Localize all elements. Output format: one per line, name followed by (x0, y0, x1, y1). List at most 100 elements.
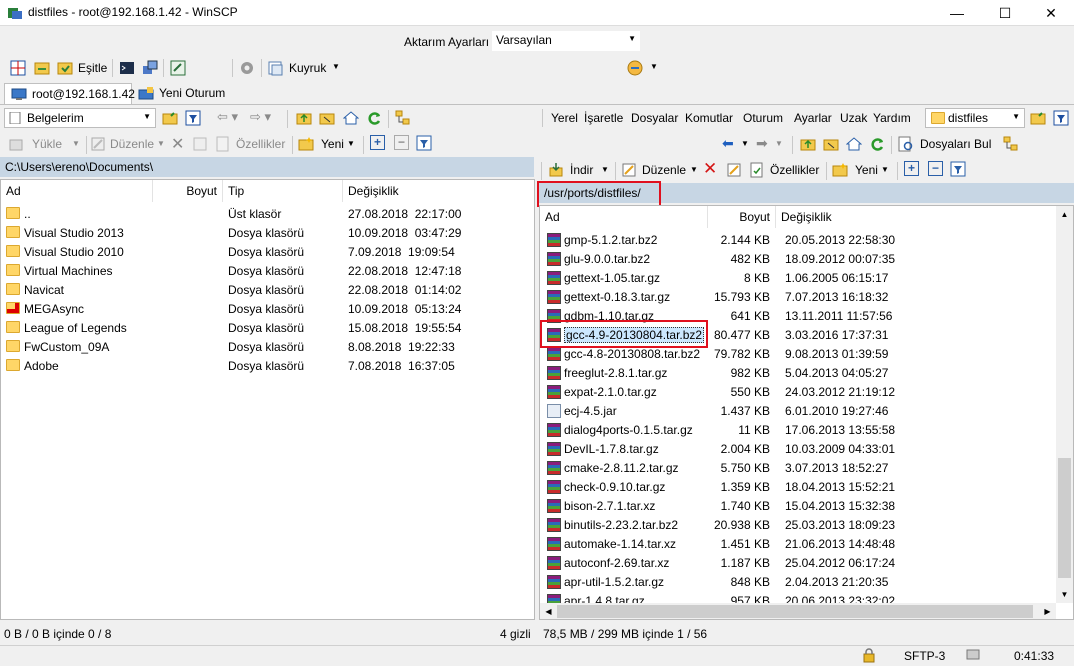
scroll-left-arrow-icon[interactable]: ◀ (540, 603, 557, 619)
tree-icon[interactable] (1003, 136, 1019, 152)
column-header-changed[interactable]: Değişiklik (776, 206, 1056, 228)
tree-icon[interactable] (395, 110, 411, 126)
menu-item-4[interactable]: Komutlar (685, 111, 733, 125)
table-row[interactable]: gmp-5.1.2.tar.bz2 2.144 KB 20.05.2013 22:5… (540, 231, 1056, 250)
tab-session[interactable]: root@192.168.1.42 (4, 83, 135, 104)
chevron-down-icon[interactable]: ▼ (881, 165, 889, 174)
chevron-down-icon[interactable]: ▼ (347, 139, 355, 148)
menu-item-8[interactable]: Yardım (873, 111, 911, 125)
maximize-button[interactable]: ☐ (982, 0, 1028, 26)
left-file-list[interactable]: Ad Boyut Tip Değişiklik .. Üst klasör 27.0… (0, 179, 535, 620)
back-arrow-icon[interactable]: ⬅ (722, 135, 734, 152)
column-header-size[interactable]: Boyut (708, 206, 776, 228)
chevron-down-icon[interactable]: ▼ (690, 165, 698, 174)
left-location-select[interactable]: Belgelerim ▼ (4, 108, 156, 128)
transfer-preset-select[interactable]: Varsayılan ▼ (492, 31, 640, 51)
table-row[interactable]: .. Üst klasör 27.08.2018 22:17:00 (1, 205, 534, 224)
menu-item-6[interactable]: Ayarlar (794, 111, 832, 125)
unselect-all-icon[interactable]: − (394, 135, 409, 150)
chevron-down-icon[interactable]: ▼ (72, 139, 80, 148)
root-folder-icon[interactable] (319, 110, 335, 126)
right-new-button[interactable]: Yeni (855, 163, 878, 177)
back-arrow-icon[interactable]: ⇦ ▾ (217, 109, 238, 125)
vertical-scrollbar[interactable]: ▲ ▼ (1056, 206, 1073, 603)
table-row[interactable]: ecj-4.5.jar 1.437 KB 6.01.2010 19:27:46 (540, 402, 1056, 421)
table-row[interactable]: automake-1.14.tar.xz 1.451 KB 21.06.2013 1… (540, 535, 1056, 554)
column-header-changed[interactable]: Değişiklik (343, 180, 534, 202)
table-row[interactable]: Visual Studio 2010 Dosya klasörü 7.09.2018… (1, 243, 534, 262)
delete-icon[interactable]: ✕ (703, 159, 717, 179)
queue-button[interactable]: Kuyruk (289, 61, 326, 75)
table-row[interactable]: Virtual Machines Dosya klasörü 22.08.2018 … (1, 262, 534, 281)
chevron-down-icon[interactable]: ▼ (601, 165, 609, 174)
find-files-button[interactable]: Dosyaları Bul (920, 137, 991, 151)
tab-new-session[interactable]: Yeni Oturum (134, 83, 232, 104)
menu-item-1[interactable]: Yerel (551, 111, 578, 125)
close-button[interactable]: ✕ (1028, 0, 1074, 26)
scrollbar-thumb[interactable] (557, 605, 1033, 618)
table-row[interactable]: freeglut-2.8.1.tar.gz 982 KB 5.04.2013 04:… (540, 364, 1056, 383)
table-row[interactable]: dialog4ports-0.1.5.tar.gz 11 KB 17.06.2013… (540, 421, 1056, 440)
table-row[interactable]: DevIL-1.7.8.tar.gz 2.004 KB 10.03.2009 04:… (540, 440, 1056, 459)
minimize-button[interactable]: — (934, 0, 980, 26)
left-new-button[interactable]: Yeni (321, 137, 344, 151)
left-edit-button[interactable]: Düzenle (110, 137, 154, 151)
refresh-icon[interactable] (869, 136, 885, 152)
home-icon[interactable] (846, 136, 862, 152)
forward-arrow-icon[interactable]: ⇨ ▾ (250, 109, 271, 125)
preferences-icon[interactable] (627, 60, 645, 76)
table-row[interactable]: expat-2.1.0.tar.gz 550 KB 24.03.2012 21:19… (540, 383, 1056, 402)
filter-icon[interactable] (1053, 110, 1069, 126)
left-path-bar[interactable]: C:\Users\ereno\Documents\ (0, 157, 534, 177)
menu-item-3[interactable]: Dosyalar (631, 111, 678, 125)
table-row[interactable]: apr-util-1.5.2.tar.gz 848 KB 2.04.2013 21:… (540, 573, 1056, 592)
table-row[interactable]: MEGAsync Dosya klasörü 10.09.2018 05:13:24 (1, 300, 534, 319)
scroll-right-arrow-icon[interactable]: ▶ (1039, 603, 1056, 619)
putty-icon[interactable] (142, 60, 158, 76)
table-row[interactable]: Visual Studio 2013 Dosya klasörü 10.09.201… (1, 224, 534, 243)
rename-icon[interactable] (192, 136, 208, 152)
chevron-down-icon[interactable]: ▼ (741, 139, 749, 148)
column-header-size[interactable]: Boyut (153, 180, 223, 202)
upload-button[interactable]: Yükle (32, 137, 62, 151)
menu-item-7[interactable]: Uzak (840, 111, 867, 125)
table-row[interactable]: Adobe Dosya klasörü 7.08.2018 16:37:05 (1, 357, 534, 376)
terminal-icon[interactable] (119, 60, 135, 76)
table-row[interactable]: check-0.9.10.tar.gz 1.359 KB 18.04.2013 15… (540, 478, 1056, 497)
parent-folder-icon[interactable] (800, 136, 816, 152)
chevron-down-icon[interactable]: ▼ (332, 62, 340, 71)
delete-icon[interactable]: ✕ (171, 134, 184, 154)
left-properties-button[interactable]: Özellikler (236, 137, 285, 151)
right-edit-button[interactable]: Düzenle (642, 163, 686, 177)
table-row[interactable]: gettext-0.18.3.tar.gz 15.793 KB 7.07.2013 … (540, 288, 1056, 307)
filter-select-icon[interactable] (950, 161, 966, 177)
chevron-down-icon[interactable]: ▼ (775, 139, 783, 148)
chevron-down-icon[interactable]: ▼ (157, 139, 165, 148)
column-header-type[interactable]: Tip (223, 180, 343, 202)
menu-item-2[interactable]: İşaretle (584, 111, 623, 125)
filter-select-icon[interactable] (416, 135, 432, 151)
table-row[interactable]: FwCustom_09A Dosya klasörü 8.08.2018 19:22… (1, 338, 534, 357)
download-button[interactable]: İndir (570, 163, 593, 177)
chevron-down-icon[interactable]: ▼ (650, 62, 658, 71)
synchronize-button[interactable]: Eşitle (78, 61, 107, 75)
column-header-name[interactable]: Ad (540, 206, 708, 228)
open-folder-icon[interactable] (162, 110, 178, 126)
horizontal-scrollbar[interactable]: ◀ ▶ (540, 603, 1056, 619)
console-icon[interactable] (170, 60, 186, 76)
open-folder-icon[interactable] (1030, 110, 1046, 126)
home-icon[interactable] (343, 110, 359, 126)
menu-item-5[interactable]: Oturum (743, 111, 783, 125)
rename-icon[interactable] (726, 162, 742, 178)
right-location-select[interactable]: distfiles ▼ (925, 108, 1025, 128)
scroll-down-arrow-icon[interactable]: ▼ (1056, 586, 1073, 603)
scroll-up-arrow-icon[interactable]: ▲ (1056, 206, 1073, 223)
refresh-icon[interactable] (366, 110, 382, 126)
table-row[interactable]: cmake-2.8.11.2.tar.gz 5.750 KB 3.07.2013 1… (540, 459, 1056, 478)
unselect-all-icon[interactable]: − (928, 161, 943, 176)
table-row[interactable]: autoconf-2.69.tar.xz 1.187 KB 25.04.2012 0… (540, 554, 1056, 573)
table-row[interactable]: glu-9.0.0.tar.bz2 482 KB 18.09.2012 00:07:… (540, 250, 1056, 269)
right-file-list[interactable]: Ad Boyut Değişiklik gmp-5.1.2.tar.bz2 2.1… (539, 205, 1074, 620)
table-row[interactable]: bison-2.7.1.tar.xz 1.740 KB 15.04.2013 15:… (540, 497, 1056, 516)
synchronize-browsing-icon[interactable] (34, 60, 50, 76)
